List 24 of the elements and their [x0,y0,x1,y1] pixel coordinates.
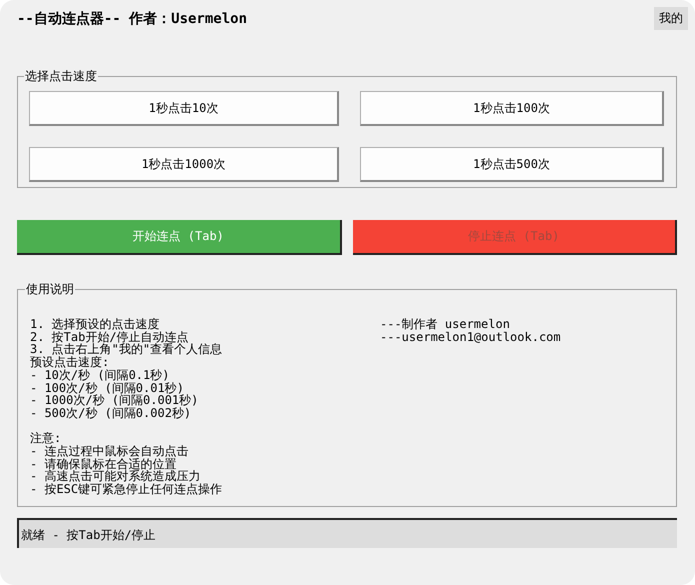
credit-line: ---制作者 usermelon [380,318,511,331]
credit-line: ---usermelon1@outlook.com [380,330,561,344]
instruction-line: - 连点过程中鼠标会自动点击 [30,445,190,458]
instruction-line: 预设点击速度: [30,356,110,369]
instruction-line: - 请确保鼠标在合适的位置 [30,458,176,470]
profile-button[interactable]: 我的 [654,7,688,30]
instruction-line: - 按ESC键可紧急停止任何连点操作 [30,483,224,496]
instruction-line: - 10次/秒 (间隔0.1秒) [30,368,170,382]
group-title: 选择点击速度 [24,68,98,85]
instruction-line: - 100次/秒 (间隔0.01秒) [30,382,184,394]
instruction-line: 1. 选择预设的点击速度 [30,318,161,331]
speed-button[interactable]: 1秒点击100次 [360,91,664,126]
instruction-line: 2. 按Tab开始/停止自动连点 [30,330,189,344]
speed-button[interactable]: 1秒点击1000次 [29,147,339,182]
instruction-line: 3. 点击右上角"我的"查看个人信息 [30,343,224,356]
instruction-line: - 高速点击可能对系统造成压力 [30,470,200,484]
status-bar: 就绪 - 按Tab开始/停止 [17,518,677,548]
speed-button[interactable]: 1秒点击500次 [360,147,664,182]
instruction-line: 注意: [30,432,62,446]
speed-button[interactable]: 1秒点击10次 [29,91,339,126]
group-title: 使用说明 [25,281,75,298]
instruction-line: - 500次/秒 (间隔0.002秒) [30,406,192,420]
instruction-line: - 1000次/秒 (间隔0.001秒) [30,394,200,407]
app-title: --自动连点器-- 作者：Usermelon [17,10,248,28]
